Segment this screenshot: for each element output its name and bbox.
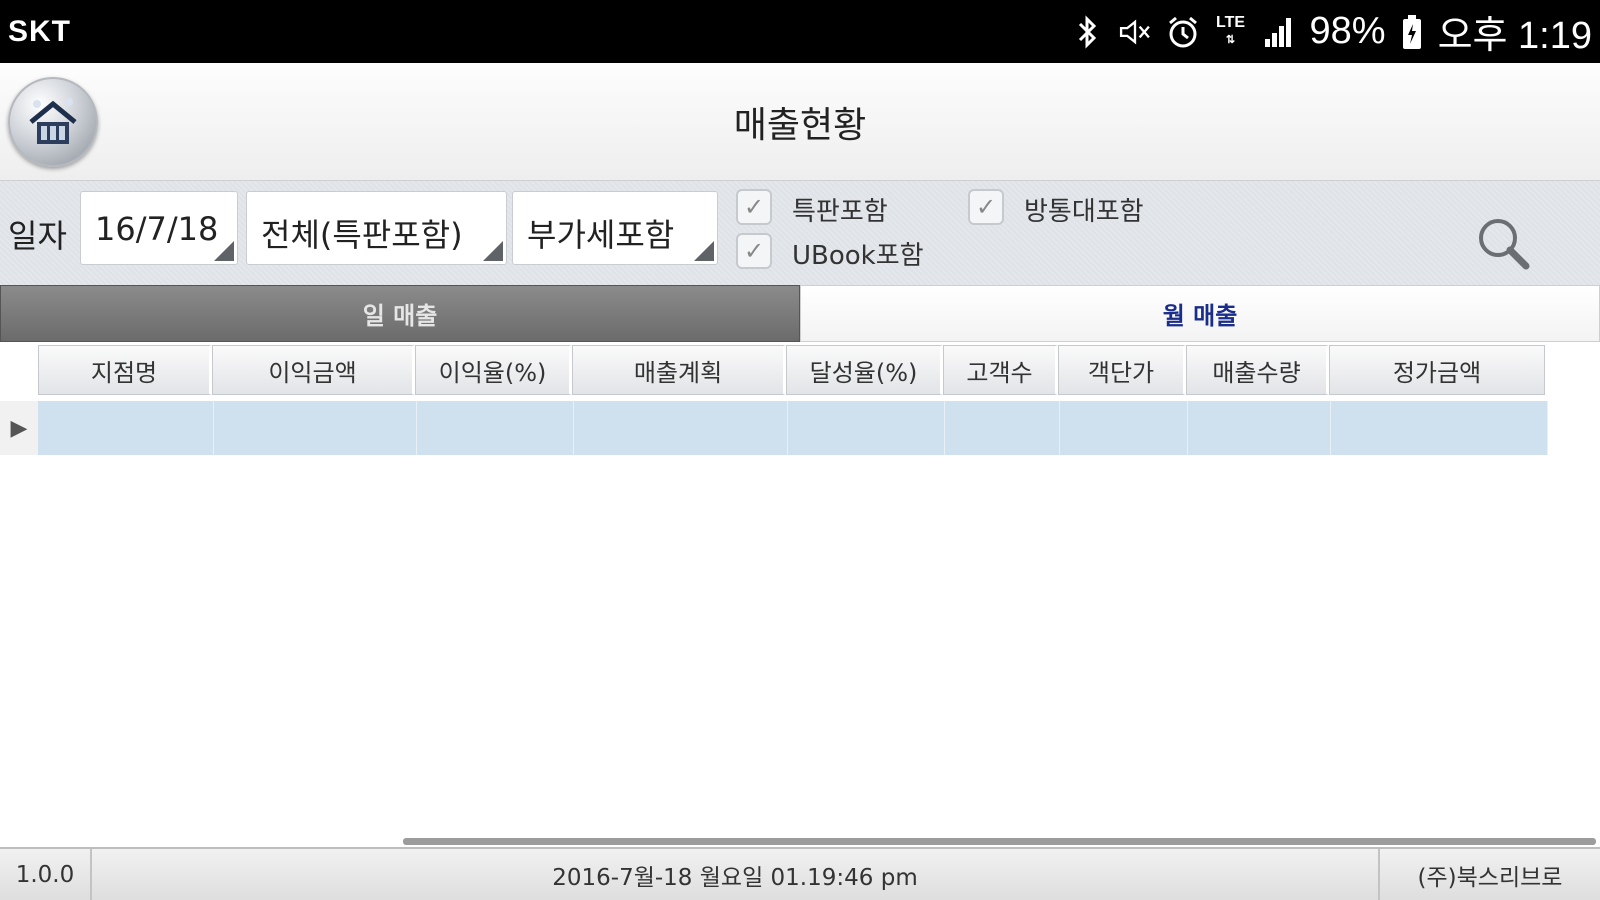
- lte-label: LTE: [1215, 14, 1246, 31]
- app-version-text: 1.0.0: [15, 861, 75, 888]
- table-cell[interactable]: [214, 401, 417, 455]
- tab-daily-sales[interactable]: 일 매출: [0, 285, 800, 342]
- checkbox-ubook-label: UBook포함: [792, 241, 924, 271]
- column-header-label: 고객수: [966, 358, 1033, 387]
- table-cell[interactable]: [1188, 401, 1331, 455]
- checkbox-special-sales[interactable]: ✓: [736, 189, 772, 225]
- grid-header: 지점명 이익금액 이익율(%) 매출계획 달성율(%) 고객수 객단가 매출수량…: [38, 345, 1545, 395]
- column-header-sales-plan[interactable]: 매출계획: [572, 345, 786, 395]
- column-header-label: 정가금액: [1392, 358, 1482, 387]
- status-bar: SKT LTE ⇅ 98% 오후 1:19: [0, 0, 1600, 63]
- column-header-quantity[interactable]: 매출수량: [1186, 345, 1329, 395]
- alarm-icon: [1166, 15, 1200, 49]
- status-icons: LTE ⇅ 98% 오후 1:19: [1070, 4, 1592, 59]
- bluetooth-icon: [1070, 14, 1104, 49]
- checkbox-special-sales-label: 특판포함: [792, 197, 888, 227]
- checkbox-knou-label: 방통대포함: [1024, 197, 1144, 227]
- tax-select[interactable]: 부가세포함: [512, 191, 718, 265]
- dropdown-corner-icon: [694, 241, 714, 261]
- column-header-label: 이익율(%): [438, 358, 547, 387]
- mute-icon: [1118, 15, 1152, 49]
- date-label: 일자: [8, 217, 67, 255]
- column-header-profit-amount[interactable]: 이익금액: [212, 345, 415, 395]
- date-value: 16/7/18: [95, 210, 219, 248]
- search-icon: [1479, 219, 1530, 270]
- table-cell[interactable]: [1060, 401, 1188, 455]
- company-name: (주)북스리브로: [1378, 849, 1600, 900]
- search-button[interactable]: [1474, 214, 1534, 274]
- battery-icon: [1400, 14, 1424, 49]
- tab-daily-sales-label: 일 매출: [362, 302, 438, 330]
- carrier-name: SKT: [8, 14, 71, 48]
- column-header-label: 매출계획: [633, 358, 723, 387]
- app-version: 1.0.0: [0, 849, 92, 900]
- table-cell[interactable]: [38, 401, 214, 455]
- page-title: 매출현황: [733, 105, 867, 146]
- checkbox-ubook[interactable]: ✓: [736, 233, 772, 269]
- scope-value: 전체(특판포함): [261, 216, 463, 254]
- clock: 오후 1:19: [1437, 15, 1592, 57]
- dropdown-corner-icon: [214, 241, 234, 261]
- table-cell[interactable]: [788, 401, 945, 455]
- signal-icon: [1262, 15, 1296, 49]
- lte-icon: LTE ⇅: [1215, 14, 1246, 47]
- column-header-list-price[interactable]: 정가금액: [1329, 345, 1545, 395]
- column-header-label: 달성율(%): [809, 358, 918, 387]
- check-icon: ✓: [743, 237, 765, 265]
- column-header-label: 지점명: [90, 358, 158, 387]
- battery-percent: 98%: [1309, 10, 1386, 52]
- table-cell[interactable]: [417, 401, 574, 455]
- column-header-avg-price[interactable]: 객단가: [1058, 345, 1186, 395]
- table-cell[interactable]: [1331, 401, 1548, 455]
- check-icon: ✓: [743, 193, 765, 221]
- tax-value: 부가세포함: [527, 216, 675, 254]
- date-picker[interactable]: 16/7/18: [80, 191, 238, 265]
- column-header-achievement-rate[interactable]: 달성율(%): [786, 345, 943, 395]
- column-header-label: 이익금액: [268, 358, 357, 387]
- filter-bar: 일자 16/7/18 전체(특판포함) 부가세포함 ✓ 특판포함 ✓ 방통대포함…: [0, 181, 1600, 285]
- column-header-branch[interactable]: 지점명: [38, 345, 212, 395]
- column-header-customers[interactable]: 고객수: [943, 345, 1058, 395]
- horizontal-scrollbar[interactable]: [403, 838, 1596, 845]
- column-header-label: 객단가: [1087, 358, 1155, 387]
- footer-datetime: 2016-7월-18 월요일 01.19:46 pm: [92, 849, 1378, 900]
- table-cell[interactable]: [574, 401, 788, 455]
- tab-monthly-sales[interactable]: 월 매출: [800, 285, 1600, 342]
- check-icon: ✓: [975, 193, 997, 221]
- column-header-label: 매출수량: [1212, 358, 1301, 387]
- company-name-text: (주)북스리브로: [1417, 864, 1563, 891]
- dropdown-corner-icon: [483, 241, 503, 261]
- row-selector-icon: ▶: [0, 401, 38, 455]
- title-bar: 매출현황: [0, 63, 1600, 181]
- tab-monthly-sales-label: 월 매출: [1162, 302, 1238, 330]
- scope-select[interactable]: 전체(특판포함): [246, 191, 507, 265]
- footer-bar: 1.0.0 2016-7월-18 월요일 01.19:46 pm (주)북스리브…: [0, 847, 1600, 900]
- checkbox-knou[interactable]: ✓: [968, 189, 1004, 225]
- column-header-profit-rate[interactable]: 이익율(%): [415, 345, 572, 395]
- table-row[interactable]: ▶: [0, 401, 1548, 455]
- footer-datetime-text: 2016-7월-18 월요일 01.19:46 pm: [552, 864, 918, 891]
- table-cell[interactable]: [945, 401, 1060, 455]
